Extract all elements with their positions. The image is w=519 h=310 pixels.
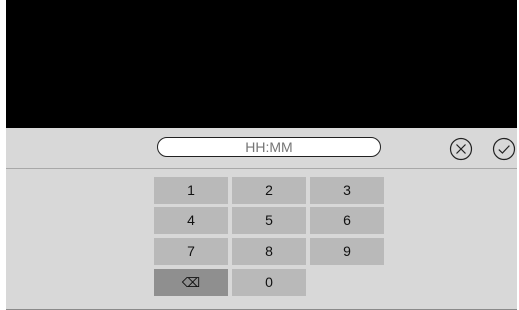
time-entry-panel: 1 2 3 4 5 6 7 8 9 ⌫ 0 xyxy=(6,128,517,310)
time-entry-header xyxy=(6,128,517,168)
check-circle-icon xyxy=(492,137,516,161)
key-5[interactable]: 5 xyxy=(232,207,306,234)
key-8[interactable]: 8 xyxy=(232,238,306,265)
key-9[interactable]: 9 xyxy=(310,238,384,265)
time-input[interactable] xyxy=(157,137,381,157)
cancel-button[interactable] xyxy=(449,137,473,161)
backspace-icon: ⌫ xyxy=(181,276,201,291)
confirm-button[interactable] xyxy=(492,137,516,161)
backspace-key[interactable]: ⌫ xyxy=(154,269,228,296)
close-circle-icon xyxy=(449,137,473,161)
key-1[interactable]: 1 xyxy=(154,177,228,204)
key-6[interactable]: 6 xyxy=(310,207,384,234)
screen: 1 2 3 4 5 6 7 8 9 ⌫ 0 xyxy=(6,0,517,310)
video-viewport xyxy=(6,0,517,128)
header-divider xyxy=(6,168,517,169)
key-2[interactable]: 2 xyxy=(232,177,306,204)
key-7[interactable]: 7 xyxy=(154,238,228,265)
key-4[interactable]: 4 xyxy=(154,207,228,234)
key-0[interactable]: 0 xyxy=(232,269,306,296)
key-3[interactable]: 3 xyxy=(310,177,384,204)
